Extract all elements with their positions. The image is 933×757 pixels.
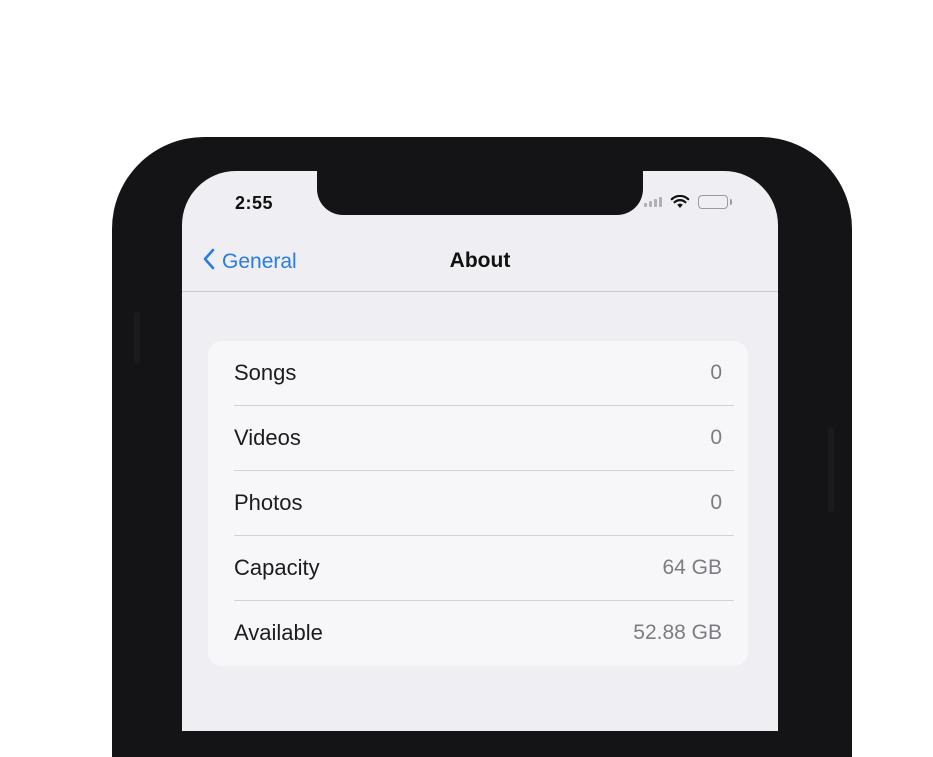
row-value: 0 (710, 426, 722, 449)
battery-icon (698, 195, 732, 209)
row-value: 0 (710, 491, 722, 514)
status-time: 2:55 (235, 193, 274, 213)
row-label: Songs (234, 360, 297, 385)
list-item-songs: Songs 0 (208, 341, 748, 405)
row-label: Photos (234, 490, 303, 515)
row-value: 0 (710, 361, 722, 384)
page-title: About (449, 249, 511, 272)
about-list: Songs 0 Videos 0 Photos 0 Capacity 64 GB… (208, 341, 748, 666)
row-value: 52.88 GB (633, 621, 722, 644)
row-value: 64 GB (662, 556, 722, 579)
cellular-signal-icon (644, 197, 662, 207)
phone-screen: 2:55 General About Songs 0 Videos 0 Phot… (182, 171, 778, 731)
wifi-icon (670, 195, 690, 209)
list-item-available: Available 52.88 GB (208, 601, 748, 665)
side-button-right (828, 427, 834, 512)
row-label: Videos (234, 425, 301, 450)
side-button-left (134, 312, 140, 364)
list-item-capacity: Capacity 64 GB (208, 536, 748, 600)
navigation-bar: General About (182, 233, 778, 292)
row-label: Capacity (234, 555, 320, 580)
list-item-photos: Photos 0 (208, 471, 748, 535)
status-icons (644, 195, 732, 209)
camera-notch (317, 171, 643, 215)
list-item-videos: Videos 0 (208, 406, 748, 470)
row-label: Available (234, 620, 323, 645)
